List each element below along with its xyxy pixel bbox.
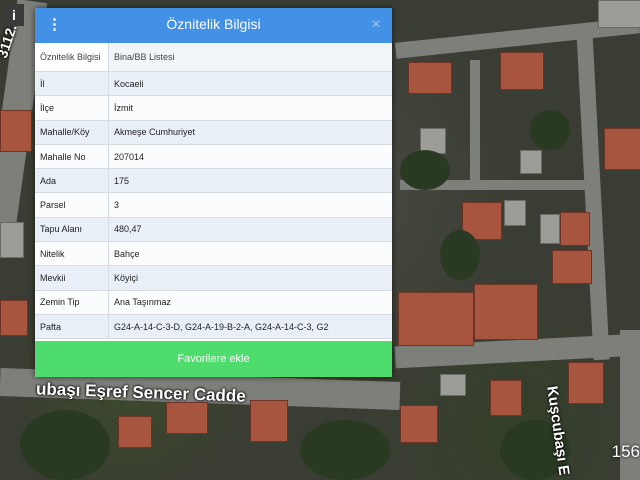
attribute-value: Köyiçi <box>108 265 392 291</box>
attribute-value: 175 <box>108 168 392 194</box>
building-roof <box>408 62 452 94</box>
tab-attribute-info[interactable]: Öznitelik Bilgisi <box>35 43 109 72</box>
attribute-key: Mevkii <box>35 265 109 291</box>
table-row: Mahalle/Köy Akmeşe Cumhuriyet <box>35 120 392 145</box>
building-roof <box>520 150 542 174</box>
attribute-key: Ada <box>35 168 109 194</box>
attribute-key: Mahalle/Köy <box>35 120 109 145</box>
building-roof <box>540 214 560 244</box>
tree <box>440 230 480 280</box>
building-roof <box>0 222 24 258</box>
table-row: Tapu Alanı 480,47 <box>35 217 392 243</box>
table-row: Zemin Tip Ana Taşınmaz <box>35 290 392 315</box>
attribute-key: Parsel <box>35 192 109 218</box>
tab-building-list[interactable]: Bina/BB Listesi <box>108 43 392 72</box>
building-roof <box>500 52 544 90</box>
dialog-header: ⋮ Öznitelik Bilgisi × <box>35 8 392 43</box>
attribute-key: İlçe <box>35 95 109 121</box>
building-roof <box>504 200 526 226</box>
tree <box>20 410 110 480</box>
building-roof <box>560 212 590 246</box>
table-row: Pafta G24-A-14-C-3-D, G24-A-19-B-2-A, G2… <box>35 314 392 340</box>
attribute-value: İzmit <box>108 95 392 121</box>
attribute-value: 3 <box>108 192 392 218</box>
attribute-key: Mahalle No <box>35 144 109 170</box>
attribute-key: Nitelik <box>35 241 109 267</box>
building-roof <box>0 300 28 336</box>
building-roof <box>604 128 640 170</box>
building-roof <box>490 380 522 416</box>
menu-icon[interactable]: ⋮ <box>47 16 62 36</box>
attribute-key: İl <box>35 71 109 97</box>
attribute-key: Tapu Alanı <box>35 217 109 243</box>
building-roof <box>474 284 538 340</box>
attribute-info-dialog: ⋮ Öznitelik Bilgisi × Öznitelik Bilgisi … <box>35 8 392 377</box>
map-info-button[interactable]: i <box>4 4 24 26</box>
building-roof <box>400 405 438 443</box>
building-roof <box>166 402 208 434</box>
attribute-key: Pafta <box>35 314 109 340</box>
table-row: İlçe İzmit <box>35 95 392 121</box>
building-roof <box>552 250 592 284</box>
tab-row: Öznitelik Bilgisi Bina/BB Listesi <box>35 43 392 72</box>
table-row: Mevkii Köyiçi <box>35 265 392 291</box>
table-row: Ada 175 <box>35 168 392 194</box>
tree <box>400 150 450 190</box>
attribute-value: 207014 <box>108 144 392 170</box>
attribute-value: Kocaeli <box>108 71 392 97</box>
attribute-table: Öznitelik Bilgisi Bina/BB Listesi İl Koc… <box>35 43 392 340</box>
add-to-favorites-button[interactable]: Favorilere ekle <box>35 341 392 377</box>
building-roof <box>568 362 604 404</box>
table-row: Mahalle No 207014 <box>35 144 392 170</box>
building-roof <box>118 416 152 448</box>
attribute-value: Bahçe <box>108 241 392 267</box>
building-roof <box>398 292 474 346</box>
tree <box>530 110 570 150</box>
building-roof <box>598 0 640 28</box>
pafta-value: G24-A-14-C-3-D, G24-A-19-B-2-A, G24-A-14… <box>114 321 329 332</box>
building-roof <box>440 374 466 396</box>
attribute-value: 480,47 <box>108 217 392 243</box>
map-road <box>470 60 480 180</box>
attribute-value: Ana Taşınmaz <box>108 290 392 315</box>
zoom-readout: 156 <box>611 442 640 461</box>
table-row: Nitelik Bahçe <box>35 241 392 267</box>
close-icon[interactable]: × <box>368 16 384 34</box>
attribute-value: Akmeşe Cumhuriyet <box>108 120 392 145</box>
map-road <box>576 29 610 361</box>
tree <box>300 420 390 480</box>
building-roof <box>250 400 288 442</box>
table-row: İl Kocaeli <box>35 71 392 97</box>
dialog-title: Öznitelik Bilgisi <box>166 16 261 32</box>
attribute-value: G24-A-14-C-3-D, G24-A-19-B-2-A, G24-A-14… <box>108 314 392 340</box>
building-roof <box>0 110 32 152</box>
table-row: Parsel 3 <box>35 192 392 218</box>
attribute-key: Zemin Tip <box>35 290 109 315</box>
